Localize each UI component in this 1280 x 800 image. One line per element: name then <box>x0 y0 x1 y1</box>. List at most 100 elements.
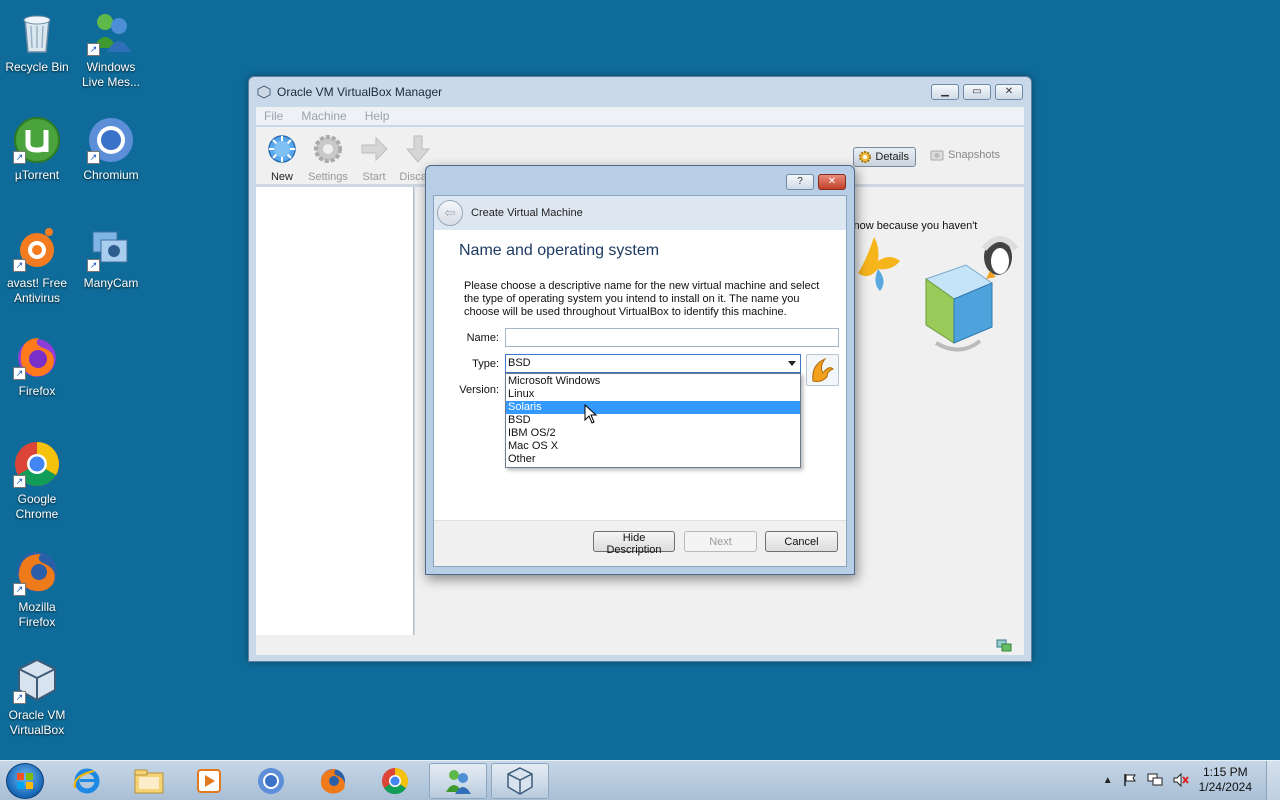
type-option-bsd[interactable]: BSD <box>506 414 800 427</box>
media-player-icon <box>197 769 221 793</box>
firefox-icon <box>320 769 345 794</box>
start-button[interactable]: Start <box>352 133 396 183</box>
create-vm-dialog: ? ✕ ⇦ Create Virtual Machine Name and op… <box>425 165 855 575</box>
desktop-icon-label: Windows Live Mes... <box>81 60 141 89</box>
network-icon[interactable] <box>1147 773 1163 787</box>
chromium-icon: ↗ <box>87 116 135 164</box>
taskbar-chromium[interactable] <box>242 763 300 799</box>
cancel-button[interactable]: Cancel <box>765 531 838 552</box>
arrow-right-icon <box>361 136 388 162</box>
new-button[interactable]: New <box>260 133 304 183</box>
desktop-icon-virtualbox[interactable]: ↗ Oracle VM VirtualBox <box>0 656 74 738</box>
type-select-value: BSD <box>508 357 531 369</box>
shortcut-arrow-icon: ↗ <box>87 259 100 272</box>
type-label: Type: <box>472 358 499 370</box>
dialog-body: ⇦ Create Virtual Machine Name and operat… <box>433 195 847 567</box>
shortcut-arrow-icon: ↗ <box>13 259 26 272</box>
desktop-icon-windows-live-messenger[interactable]: ↗ Windows Live Mes... <box>74 8 148 90</box>
close-button[interactable]: ✕ <box>818 174 846 190</box>
virtualbox-icon: ↗ <box>13 656 61 704</box>
taskbar-windows-live-messenger[interactable] <box>429 763 487 799</box>
mouse-cursor-icon <box>584 404 598 424</box>
taskbar-internet-explorer[interactable] <box>58 763 116 799</box>
dialog-header-title: Create Virtual Machine <box>471 207 583 219</box>
version-label: Version: <box>459 384 499 396</box>
start-button[interactable] <box>6 763 44 799</box>
desktop-icon-chromium[interactable]: ↗ Chromium <box>74 116 148 183</box>
desktop-icon-google-chrome[interactable]: ↗ Google Chrome <box>0 440 74 522</box>
desktop-icon-firefox[interactable]: ↗ Firefox <box>0 332 74 399</box>
taskbar-virtualbox[interactable] <box>491 763 549 799</box>
desktop-icon-label: µTorrent <box>14 168 60 182</box>
window-controls: ▁ ▭ ✕ <box>931 84 1023 100</box>
chrome-icon: ↗ <box>13 440 61 488</box>
shortcut-arrow-icon: ↗ <box>87 43 100 56</box>
menu-bar: File Machine Help <box>256 107 1024 125</box>
start-label: Start <box>362 171 386 183</box>
taskbar-file-explorer[interactable] <box>120 763 178 799</box>
menu-machine[interactable]: Machine <box>301 109 346 123</box>
menu-help[interactable]: Help <box>365 109 390 123</box>
window-title: Oracle VM VirtualBox Manager <box>277 85 443 99</box>
virtualbox-icon <box>257 85 271 99</box>
desktop-icon-manycam[interactable]: ↗ ManyCam <box>74 224 148 291</box>
network-status-icon <box>996 639 1012 652</box>
type-option-mac-os-x[interactable]: Mac OS X <box>506 440 800 453</box>
type-option-ibm-os2[interactable]: IBM OS/2 <box>506 427 800 440</box>
firefox-icon: ↗ <box>13 332 61 380</box>
desktop-icon-recycle-bin[interactable]: Recycle Bin <box>0 8 74 75</box>
name-input[interactable] <box>505 328 839 347</box>
snapshots-label: Snapshots <box>948 149 1000 161</box>
type-select[interactable]: BSD <box>505 354 801 373</box>
close-button[interactable]: ✕ <box>995 84 1023 100</box>
hide-description-button[interactable]: Hide Description <box>593 531 675 556</box>
type-option-solaris[interactable]: Solaris <box>506 401 800 414</box>
settings-button[interactable]: Settings <box>306 133 350 183</box>
title-bar[interactable]: Oracle VM VirtualBox Manager <box>249 77 1031 107</box>
system-tray: ▲ 1:15 PM 1/24/2024 <box>1103 765 1252 795</box>
clock[interactable]: 1:15 PM 1/24/2024 <box>1199 765 1252 795</box>
desktop-icon-label: avast! Free Antivirus <box>6 276 68 305</box>
volume-muted-icon[interactable] <box>1173 773 1189 787</box>
taskbar-chrome[interactable] <box>366 763 424 799</box>
show-desktop-button[interactable] <box>1266 761 1280 800</box>
type-option-linux[interactable]: Linux <box>506 388 800 401</box>
details-button[interactable]: Details <box>853 147 916 167</box>
maximize-button[interactable]: ▭ <box>963 84 991 100</box>
shortcut-arrow-icon: ↗ <box>13 691 26 704</box>
windows-logo-icon <box>17 773 33 789</box>
bsd-os-icon <box>812 357 834 382</box>
clock-time: 1:15 PM <box>1202 765 1248 779</box>
os-type-icon <box>806 354 839 386</box>
shortcut-arrow-icon: ↗ <box>87 151 100 164</box>
next-button[interactable]: Next <box>684 531 757 552</box>
firefox-icon: ↗ <box>13 548 61 596</box>
vm-list[interactable] <box>256 187 414 635</box>
snapshots-button[interactable]: Snapshots <box>930 149 1000 161</box>
menu-file[interactable]: File <box>264 109 283 123</box>
windows-live-messenger-icon <box>446 770 471 794</box>
desktop-icon-mozilla-firefox[interactable]: ↗ Mozilla Firefox <box>0 548 74 630</box>
recycle-bin-icon <box>13 8 61 56</box>
help-button[interactable]: ? <box>786 174 814 190</box>
taskbar-firefox[interactable] <box>304 763 362 799</box>
utorrent-icon: ↗ <box>13 116 61 164</box>
avast-icon: ↗ <box>13 224 61 272</box>
chevron-down-icon <box>788 361 796 366</box>
taskbar-media-player[interactable] <box>180 763 238 799</box>
show-hidden-icons-icon[interactable]: ▲ <box>1103 775 1113 786</box>
file-explorer-icon <box>134 769 164 794</box>
desktop-icon-utorrent[interactable]: ↗ µTorrent <box>0 116 74 183</box>
settings-label: Settings <box>308 171 348 183</box>
gear-icon <box>859 151 872 163</box>
type-option-microsoft-windows[interactable]: Microsoft Windows <box>506 375 800 388</box>
back-button[interactable]: ⇦ <box>437 200 463 226</box>
taskbar: ▲ 1:15 PM 1/24/2024 <box>0 760 1280 800</box>
type-option-other[interactable]: Other <box>506 453 800 466</box>
action-center-flag-icon[interactable] <box>1123 773 1137 787</box>
desktop-icon-avast[interactable]: ↗ avast! Free Antivirus <box>0 224 74 306</box>
desktop-icon-label: Google Chrome <box>15 492 59 521</box>
dialog-header: ⇦ Create Virtual Machine <box>434 196 846 230</box>
minimize-button[interactable]: ▁ <box>931 84 959 100</box>
desktop-icon-label: Oracle VM VirtualBox <box>8 708 66 737</box>
